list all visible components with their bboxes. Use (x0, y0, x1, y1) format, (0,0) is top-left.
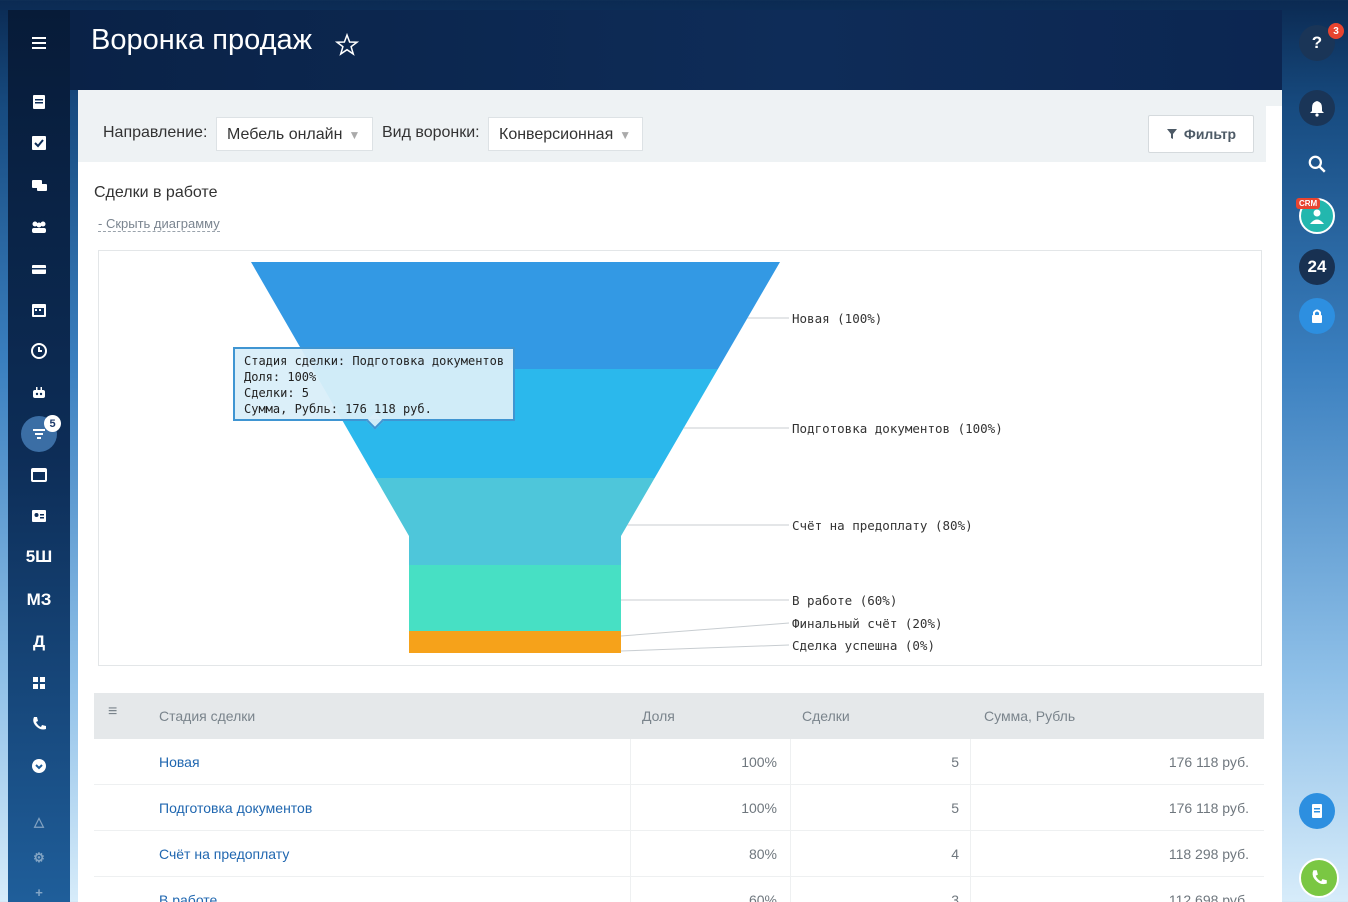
col-deals[interactable]: Сделки (802, 708, 850, 724)
funnel-leader-line (620, 622, 790, 637)
main-panel: Направление: Мебель онлайн ▼ Вид воронки:… (78, 90, 1282, 902)
right-sidebar: ? CRM 24 (1282, 0, 1348, 902)
tooltip-deals: Сделки: 5 (244, 386, 310, 400)
funnel-stage-label: Счёт на предоплату (80%) (792, 518, 973, 533)
phone-icon[interactable] (8, 708, 70, 740)
user-icon[interactable]: △ (8, 806, 70, 838)
bell-icon[interactable] (1299, 90, 1335, 126)
funnel-type-value: Конверсионная (499, 126, 614, 143)
funnel-leader-line (620, 644, 790, 652)
lock-icon[interactable] (1299, 298, 1335, 334)
funnel-stage-label: Новая (100%) (792, 311, 882, 326)
funnel-stage-label: В работе (60%) (792, 593, 897, 608)
row-deals: 5 (951, 800, 959, 816)
call-icon[interactable] (1299, 858, 1339, 898)
left-sidebar: 5 5Ш МЗ Д △ ⚙ + (8, 10, 70, 902)
contacts-icon[interactable] (8, 500, 70, 532)
filter-button-label: Фильтр (1183, 126, 1237, 142)
search-icon[interactable] (1299, 146, 1335, 182)
row-deals: 5 (951, 754, 959, 770)
apps-icon[interactable] (8, 667, 70, 699)
funnel-stage-label: Финальный счёт (20%) (792, 616, 943, 631)
row-share: 60% (748, 892, 777, 902)
feed-icon[interactable] (8, 86, 70, 118)
row-deals: 3 (951, 892, 959, 902)
time-icon[interactable] (8, 335, 70, 367)
table-row: Счёт на предоплату 80% 4 118 298 руб. (94, 831, 1264, 877)
row-stage[interactable]: Подготовка документов (159, 800, 312, 816)
row-share: 100% (741, 754, 777, 770)
groups-icon[interactable] (8, 211, 70, 243)
funnel-type-select[interactable]: Конверсионная ▼ (488, 117, 643, 151)
filter-icon (1166, 129, 1177, 139)
nav-text-d[interactable]: Д (8, 626, 70, 658)
funnel-segment[interactable] (409, 631, 621, 653)
robot-icon[interactable] (8, 376, 70, 408)
page-title: Воронка продаж (91, 24, 313, 56)
funnel-stage-label: Подготовка документов (100%) (792, 421, 1003, 436)
table-row: В работе 60% 3 112 698 руб. (94, 877, 1264, 902)
funnel-segment[interactable] (375, 478, 655, 565)
row-stage[interactable]: Счёт на предоплату (159, 846, 289, 862)
counter-24[interactable]: 24 (1299, 249, 1335, 285)
column-settings-icon[interactable]: ≡ (108, 703, 117, 721)
tooltip-share: Доля: 100% (244, 370, 317, 384)
section-title: Сделки в работе (94, 184, 218, 201)
row-deals: 4 (951, 846, 959, 862)
row-stage[interactable]: В работе (159, 892, 217, 902)
direction-label: Направление: (103, 124, 208, 141)
funnel-tooltip: Стадия сделки: Подготовка документов Дол… (233, 347, 515, 430)
tooltip-stage: Стадия сделки: Подготовка документов (244, 354, 505, 368)
drive-icon[interactable] (8, 253, 70, 285)
nav-text-5sh[interactable]: 5Ш (8, 541, 70, 573)
hide-diagram-link[interactable]: - Скрыть диаграмму (98, 216, 220, 232)
row-share: 80% (748, 846, 777, 862)
col-stage[interactable]: Стадия сделки (159, 708, 255, 724)
page-header: Воронка продаж (70, 10, 1282, 90)
row-sum: 176 118 руб. (1168, 800, 1249, 816)
star-icon[interactable] (334, 32, 360, 58)
menu-icon[interactable] (8, 27, 70, 59)
row-sum: 118 298 руб. (1168, 846, 1249, 862)
add-icon[interactable]: + (8, 876, 70, 902)
window-icon[interactable] (8, 459, 70, 491)
funnel-stage-label: Сделка успешна (0%) (792, 638, 935, 653)
funnel-svg: Новая (100%) Подготовка документов (100%)… (251, 262, 1003, 653)
help-badge: 3 (1328, 23, 1344, 39)
funnel-chart: Новая (100%) Подготовка документов (100%)… (98, 250, 1262, 666)
funnel-segment[interactable] (409, 565, 621, 631)
calendar-icon[interactable] (8, 294, 70, 326)
tasks-icon[interactable] (8, 127, 70, 159)
col-share[interactable]: Доля (642, 708, 675, 724)
chat-icon[interactable] (8, 170, 70, 202)
direction-value: Мебель онлайн (227, 126, 343, 143)
table-row: Подготовка документов 100% 5 176 118 руб… (94, 785, 1264, 831)
funnel-type-label: Вид воронки: (382, 124, 480, 141)
tooltip-sum: Сумма, Рубль: 176 118 руб. (244, 402, 432, 416)
funnel-badge: 5 (44, 415, 61, 432)
content-area: Направление: Мебель онлайн ▼ Вид воронки:… (78, 106, 1282, 902)
table-row: Новая 100% 5 176 118 руб. (94, 739, 1264, 785)
row-sum: 112 698 руб. (1168, 892, 1249, 902)
crm-label: CRM (1296, 198, 1321, 209)
chevron-down-icon: ▼ (619, 128, 632, 142)
row-share: 100% (741, 800, 777, 816)
settings-icon[interactable]: ⚙ (8, 842, 70, 874)
direction-select[interactable]: Мебель онлайн ▼ (216, 117, 373, 151)
filter-row: Направление: Мебель онлайн ▼ Вид воронки:… (78, 106, 1266, 162)
more-icon[interactable] (8, 750, 70, 782)
chevron-down-icon: ▼ (348, 128, 361, 142)
filter-button[interactable]: Фильтр (1148, 115, 1254, 153)
table-header: ≡ Стадия сделки Доля Сделки Сумма, Рубль (94, 693, 1264, 739)
row-stage[interactable]: Новая (159, 754, 200, 770)
row-sum: 176 118 руб. (1168, 754, 1249, 770)
document-icon[interactable] (1299, 793, 1335, 829)
col-sum[interactable]: Сумма, Рубль (984, 708, 1075, 724)
nav-text-mz[interactable]: МЗ (8, 584, 70, 616)
